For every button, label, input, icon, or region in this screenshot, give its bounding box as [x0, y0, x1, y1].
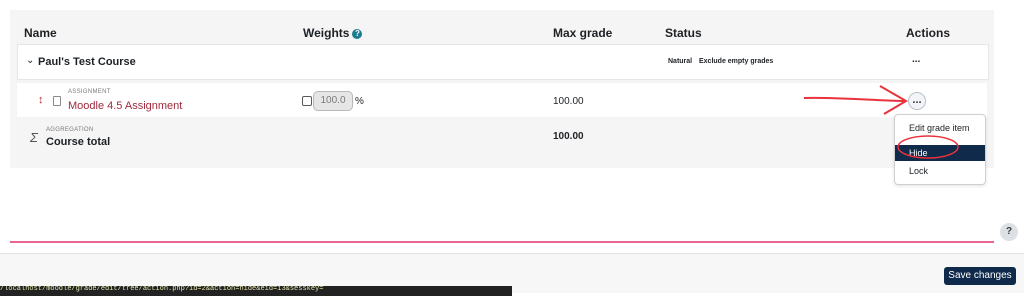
save-changes-button[interactable]: Save changes	[944, 267, 1016, 285]
annotation-arrow	[803, 96, 906, 102]
annotation-circle-hide	[897, 135, 959, 159]
browser-status-url: /localhost/moodle/grade/edit/tree/action…	[0, 286, 512, 296]
help-button[interactable]: ?	[1000, 223, 1018, 241]
annotation-overlay	[10, 85, 1024, 290]
